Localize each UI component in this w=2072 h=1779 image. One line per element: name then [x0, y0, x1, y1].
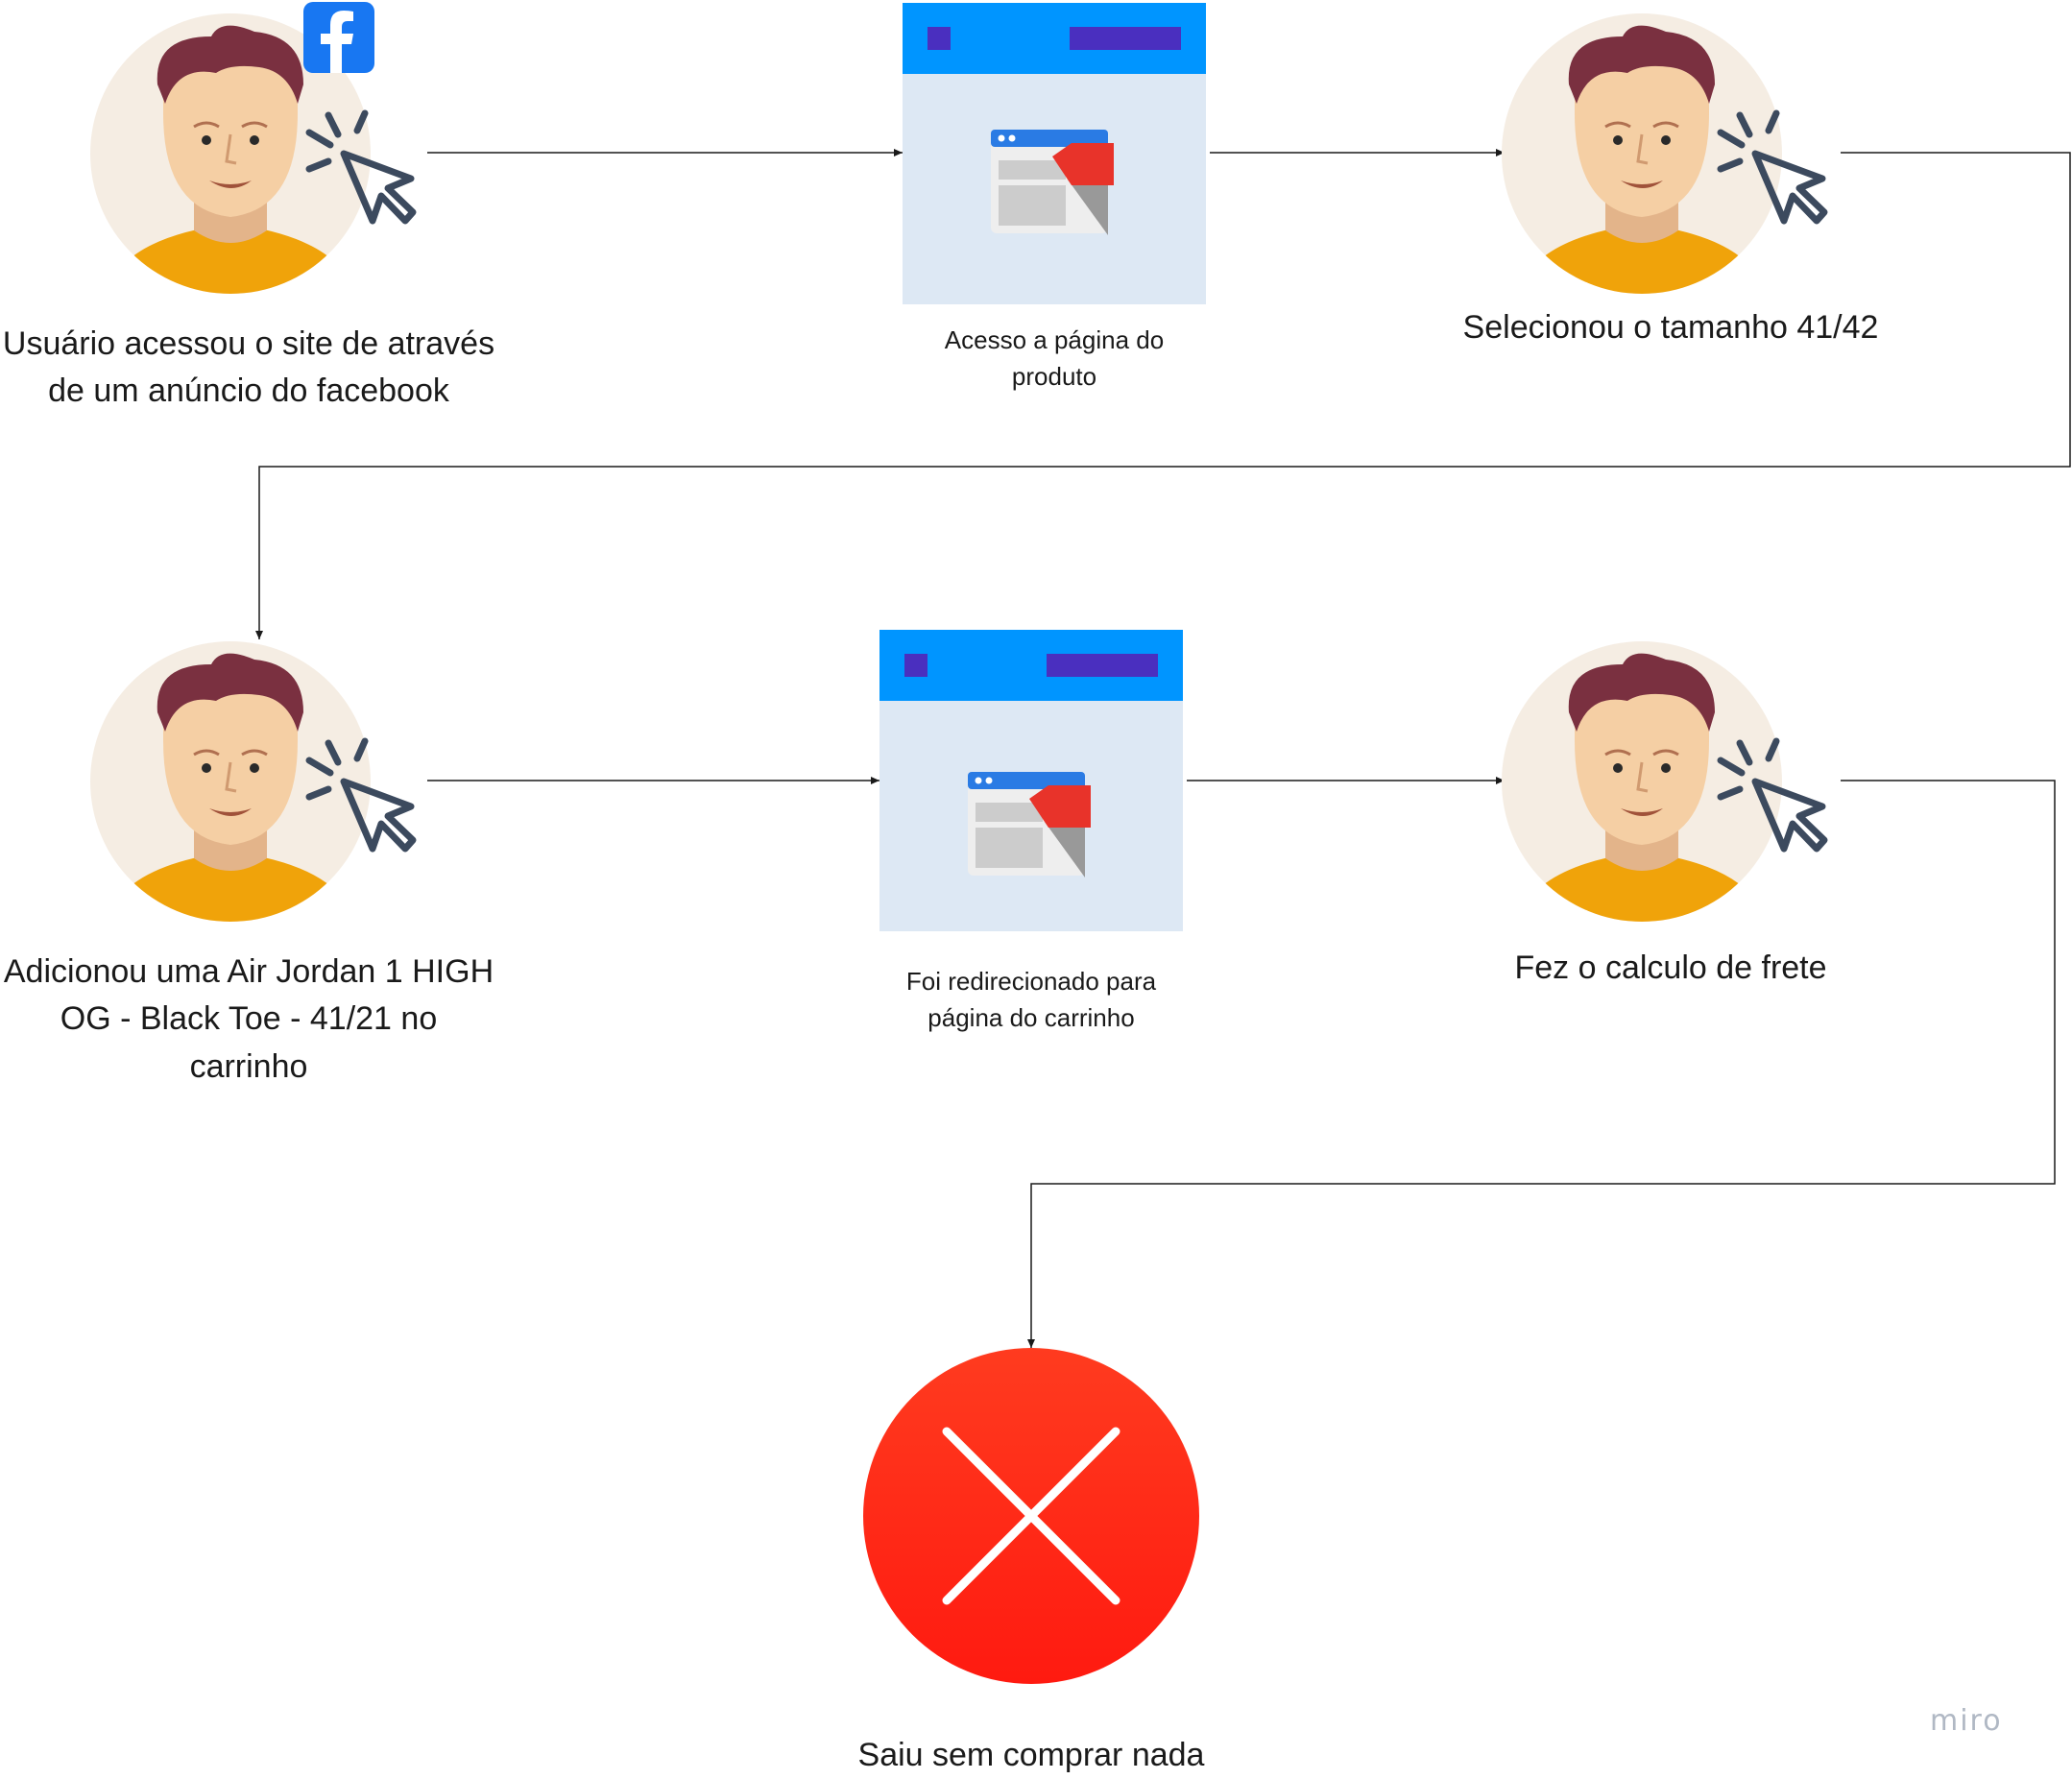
- user-avatar-icon: [1502, 641, 1828, 922]
- step-1-label: Usuário acessou o site de através de um …: [2, 325, 495, 410]
- facebook-icon: [303, 2, 374, 73]
- step-3-user-avatar: [1498, 8, 1834, 296]
- step-6-label: Fez o calculo de frete: [1514, 950, 1827, 986]
- user-avatar-icon: [1502, 13, 1828, 294]
- webpage-icon: [879, 630, 1183, 931]
- step-2-product-page: [903, 3, 1206, 304]
- step-7-exit-icon: [863, 1348, 1199, 1684]
- step-5-label: Foi redirecionado para página do carrinh…: [905, 967, 1157, 1032]
- step-4-label: Adicionou uma Air Jordan 1 HIGH OG - Bla…: [3, 953, 494, 1085]
- webpage-icon: [903, 3, 1206, 304]
- close-icon: [863, 1348, 1199, 1684]
- user-avatar-icon: [90, 641, 417, 922]
- step-1-user-avatar: [86, 2, 422, 296]
- step-7-label: Saiu sem comprar nada: [857, 1737, 1205, 1773]
- miro-watermark: miro: [1930, 1704, 2003, 1738]
- step-2-label: Acesso a página do produto: [944, 325, 1165, 391]
- step-5-cart-page: [879, 630, 1183, 931]
- step-4-user-avatar: [86, 636, 422, 924]
- step-3-label: Selecionou o tamanho 41/42: [1462, 309, 1879, 346]
- step-6-user-avatar: [1498, 636, 1834, 924]
